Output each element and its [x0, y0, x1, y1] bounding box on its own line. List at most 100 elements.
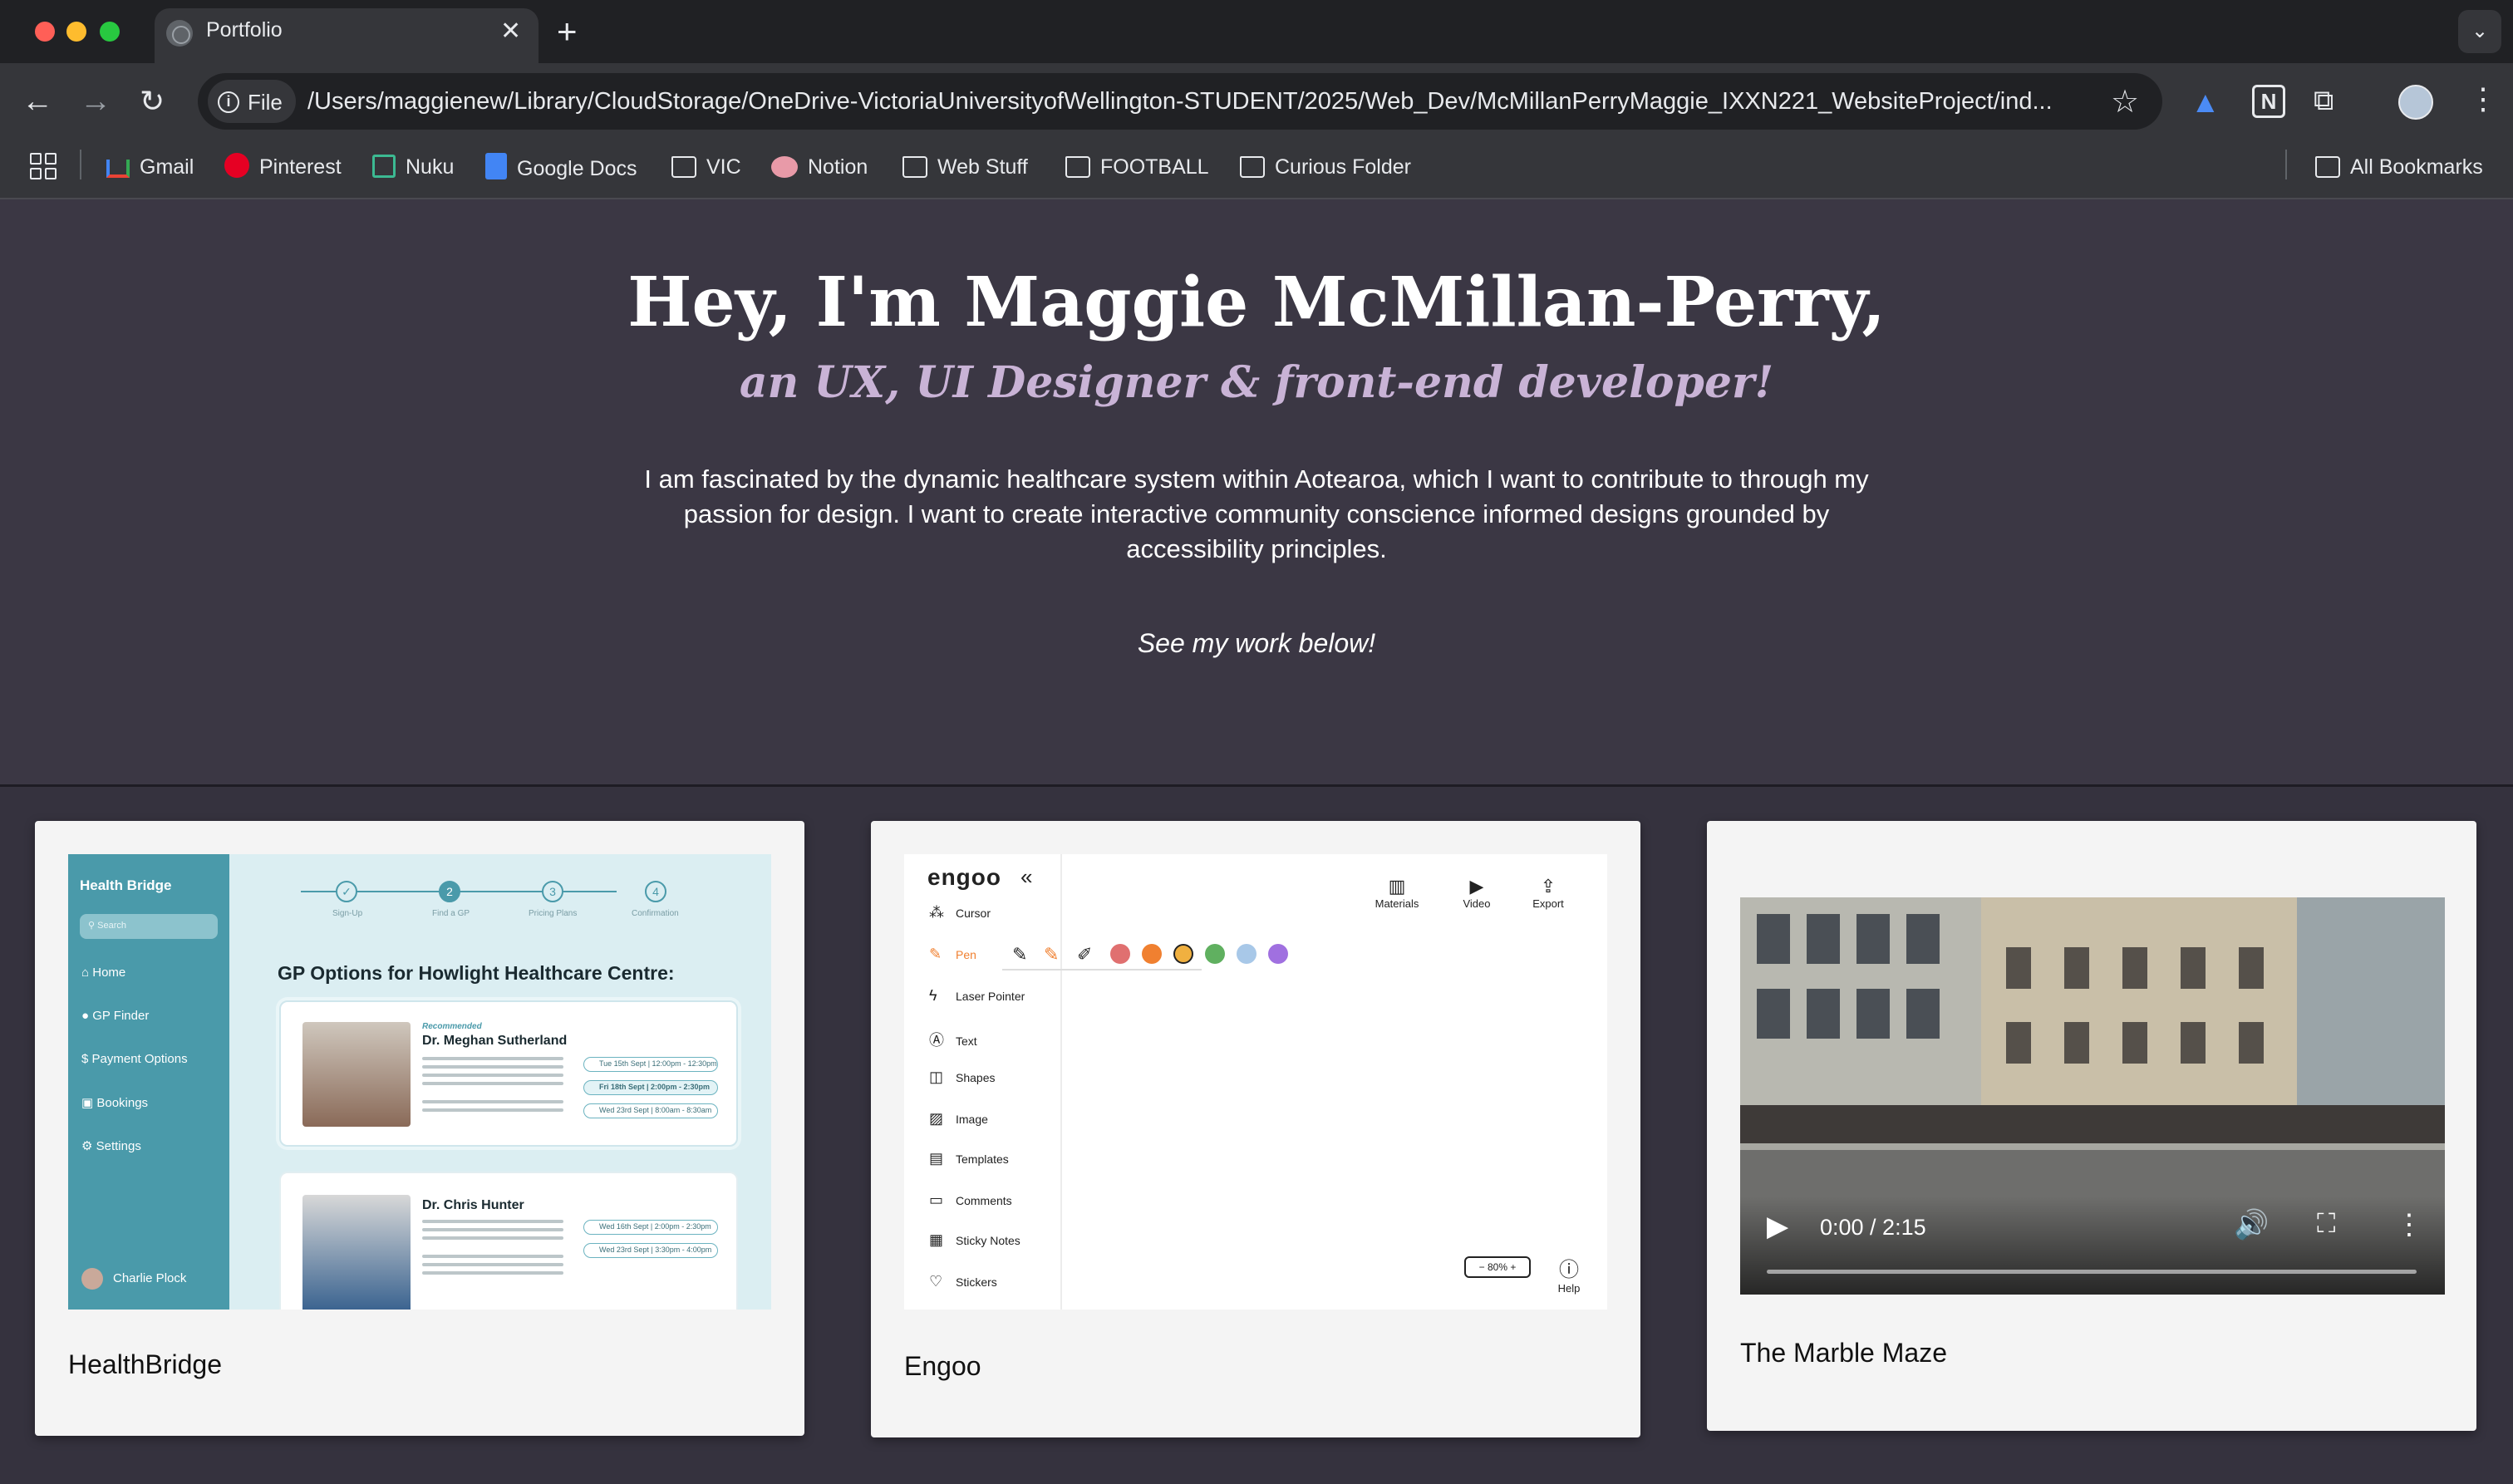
tool-image: ▨ Image	[929, 1110, 988, 1128]
bookmark-folder-vic[interactable]: VIC	[671, 153, 741, 181]
tool-label: Comments	[956, 1194, 1012, 1207]
extensions-puzzle-icon[interactable]: ⧉	[2314, 85, 2347, 118]
profile-avatar[interactable]	[2398, 85, 2433, 120]
minimize-window-button[interactable]	[66, 22, 86, 42]
bookmark-pinterest[interactable]: Pinterest	[224, 153, 342, 181]
tool-pen: ✎ Pen	[929, 946, 976, 963]
text-line	[422, 1271, 563, 1275]
engoo-screenshot[interactable]: engoo « ⁂ Cursor ✎ Pen ϟ Laser Pointer Ⓐ Tex…	[904, 854, 1607, 1310]
engoo-logo: engoo	[927, 864, 1001, 890]
bookmark-notion[interactable]: Notion	[771, 153, 868, 181]
volume-icon[interactable]: 🔊	[2234, 1208, 2269, 1241]
back-button[interactable]: ←	[22, 83, 53, 120]
bookmark-google-docs[interactable]: Google Docs	[485, 153, 637, 183]
hb-slot: Wed 16th Sept | 2:00pm - 2:30pm	[583, 1220, 718, 1235]
dollar-icon: $	[81, 1052, 92, 1066]
play-icon[interactable]: ▶	[1767, 1210, 1788, 1243]
video-time: 0:00 / 2:15	[1820, 1215, 1926, 1240]
project-card-engoo[interactable]: engoo « ⁂ Cursor ✎ Pen ϟ Laser Pointer Ⓐ Tex…	[871, 821, 1640, 1437]
all-bookmarks-button[interactable]: All Bookmarks	[2315, 153, 2483, 181]
hb-step-label: Sign-Up	[332, 909, 363, 918]
tool-label: Cursor	[956, 907, 991, 920]
hb-slot-selected: Fri 18th Sept | 2:00pm - 2:30pm	[583, 1080, 718, 1095]
bookmark-folder-curious[interactable]: Curious Folder	[1240, 153, 1411, 181]
tool-label: Image	[956, 1113, 988, 1126]
forward-button[interactable]: →	[80, 83, 111, 120]
zoom-control: − 80% +	[1464, 1256, 1531, 1278]
doctor-photo	[302, 1195, 411, 1310]
check-icon: ✓	[336, 881, 357, 902]
hb-step-4: 4	[645, 881, 666, 902]
color-swatch	[1142, 944, 1162, 964]
project-title[interactable]: Engoo	[904, 1351, 981, 1382]
fullscreen-icon[interactable]: ⛶	[2317, 1208, 2335, 1240]
drive-extension-icon[interactable]: ▲	[2191, 85, 2224, 119]
tool-label: Text	[956, 1034, 977, 1048]
close-tab-icon[interactable]: ✕	[500, 17, 521, 46]
tool-comments: ▭ Comments	[929, 1192, 1012, 1209]
image-icon: ▨	[929, 1110, 944, 1127]
healthbridge-screenshot[interactable]: Health Bridge ⚲ Search ⌂ Home ● GP Finde…	[68, 854, 771, 1310]
hb-nav-home: ⌂ Home	[81, 966, 125, 980]
close-window-button[interactable]	[35, 22, 55, 42]
bookmark-gmail[interactable]: Gmail	[106, 153, 194, 181]
hb-nav-label: Payment Options	[91, 1052, 188, 1066]
hb-sidebar: Health Bridge ⚲ Search ⌂ Home ● GP Finde…	[68, 854, 229, 1310]
pin-icon: ●	[81, 1009, 93, 1023]
hb-slot: Wed 23rd Sept | 3:30pm - 4:00pm	[583, 1243, 718, 1258]
bookmark-folder-football[interactable]: FOOTBALL	[1065, 153, 1209, 181]
materials-action: ▥ Materials	[1368, 876, 1426, 910]
text-line	[422, 1228, 563, 1231]
bookmark-star-icon[interactable]: ☆	[2111, 83, 2139, 120]
settings-icon: ⚙	[81, 1139, 96, 1153]
browser-menu-icon[interactable]: ⋮	[2468, 81, 2498, 116]
hb-search-text: Search	[97, 921, 126, 931]
hb-nav-payment: $ Payment Options	[81, 1052, 188, 1066]
globe-icon	[166, 20, 193, 47]
reload-button[interactable]: ↻	[140, 83, 165, 120]
hb-heading: GP Options for Howlight Healthcare Centr…	[278, 962, 675, 984]
bookmark-label: Gmail	[140, 155, 194, 179]
folder-icon	[671, 156, 696, 178]
tool-label: Stickers	[956, 1275, 997, 1289]
nuku-icon	[372, 155, 396, 178]
more-options-icon[interactable]: ⋮	[2395, 1208, 2423, 1241]
video-progress-bar[interactable]	[1767, 1270, 2417, 1274]
folder-icon	[1240, 156, 1265, 178]
calendar-icon: ▣	[81, 1096, 97, 1110]
project-card-healthbridge[interactable]: Health Bridge ⚲ Search ⌂ Home ● GP Finde…	[35, 821, 804, 1436]
highlighter-icon: ✐	[1077, 944, 1093, 965]
notion-brain-icon	[771, 156, 798, 178]
marble-maze-video[interactable]: ▶ 0:00 / 2:15 🔊 ⛶ ⋮	[1740, 897, 2445, 1295]
project-title[interactable]: HealthBridge	[68, 1349, 222, 1380]
hb-app-name: Health Bridge	[80, 877, 172, 893]
bookmark-label: FOOTBALL	[1100, 155, 1209, 179]
project-card-marble-maze[interactable]: ▶ 0:00 / 2:15 🔊 ⛶ ⋮ The Marble Maze	[1707, 821, 2476, 1431]
pinterest-icon	[224, 153, 249, 178]
project-title[interactable]: The Marble Maze	[1740, 1338, 1947, 1369]
tool-templates: ▤ Templates	[929, 1150, 1009, 1167]
gmail-icon	[106, 160, 130, 178]
bookmark-nuku[interactable]: Nuku	[372, 153, 454, 181]
engoo-toolbar: engoo « ⁂ Cursor ✎ Pen ϟ Laser Pointer Ⓐ Tex…	[904, 854, 1062, 1310]
apps-grid-icon[interactable]	[30, 153, 57, 179]
notion-extension-icon[interactable]: N	[2252, 85, 2285, 118]
maximize-window-button[interactable]	[100, 22, 120, 42]
help-label: Help	[1557, 1282, 1581, 1295]
video-action: ▶ Video	[1448, 876, 1506, 910]
bookmark-folder-web-stuff[interactable]: Web Stuff	[902, 153, 1028, 181]
url-text[interactable]: /Users/maggienew/Library/CloudStorage/On…	[307, 88, 2094, 115]
new-tab-button[interactable]: +	[557, 12, 578, 52]
action-label: Export	[1532, 897, 1564, 910]
pen-palette-underline	[1002, 969, 1202, 970]
tab-search-button[interactable]: ⌄	[2458, 10, 2501, 53]
folder-icon	[1065, 156, 1090, 178]
help-icon: ⓘ	[1559, 1259, 1579, 1281]
tool-shapes: ◫ Shapes	[929, 1069, 995, 1086]
text-line	[422, 1263, 563, 1266]
templates-icon: ▤	[929, 1150, 944, 1167]
home-icon: ⌂	[81, 966, 93, 980]
bookmark-label: Curious Folder	[1275, 155, 1411, 179]
export-action: ⇪ Export	[1519, 876, 1577, 910]
hero-description: I am fascinated by the dynamic healthcar…	[644, 464, 1869, 563]
